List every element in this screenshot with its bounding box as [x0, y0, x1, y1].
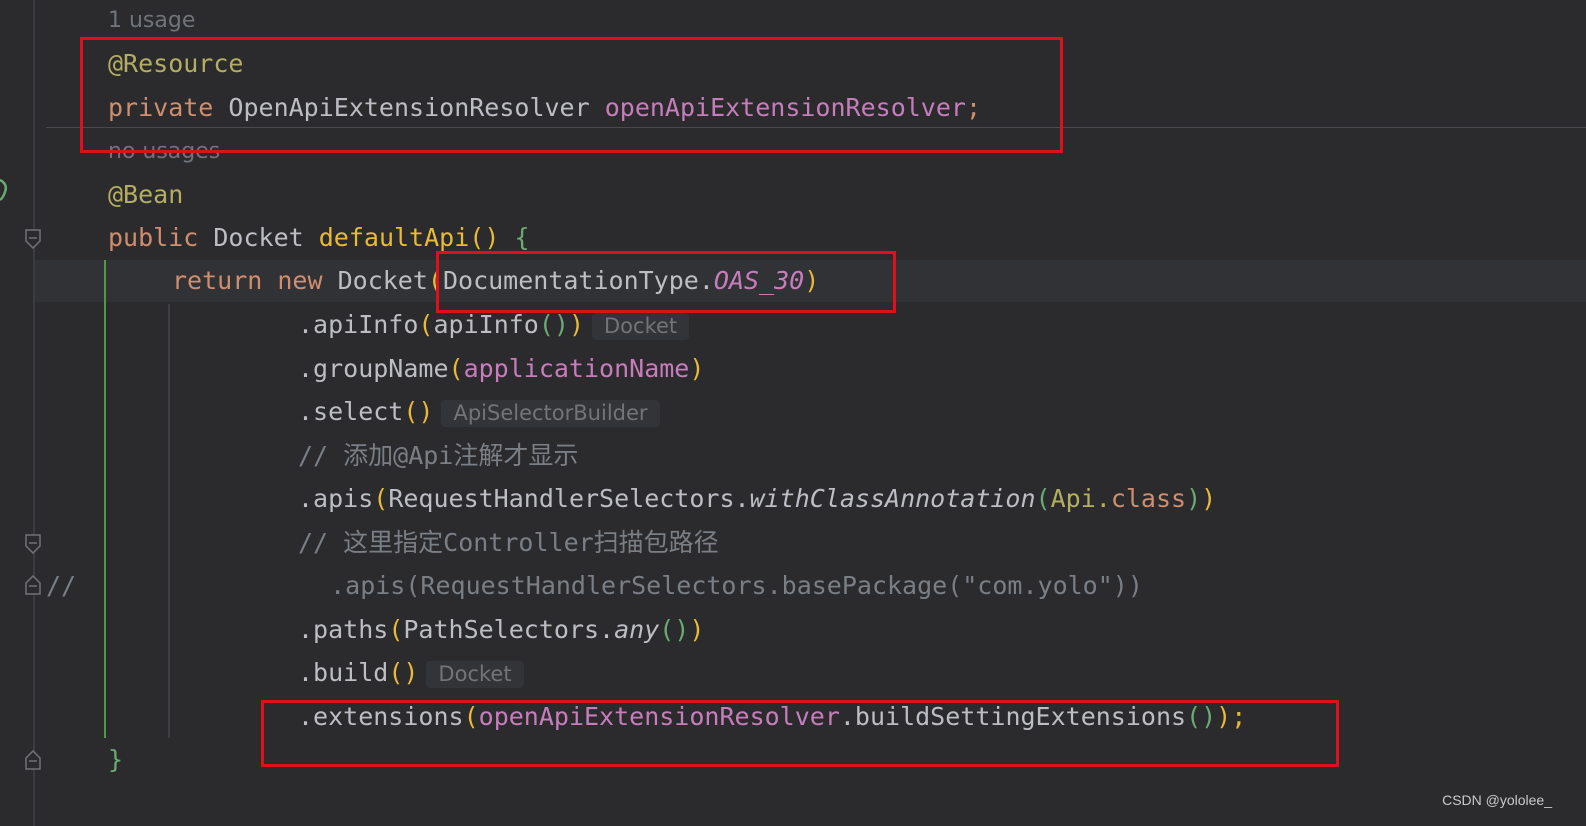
code-line[interactable]: .apis(RequestHandlerSelectors.withClassA… — [298, 479, 1216, 519]
method-call: .apiInfo — [298, 310, 419, 339]
comment: // 这里指定Controller扫描包路径 — [298, 528, 719, 557]
inlay-type-hint[interactable]: Docket — [592, 312, 690, 340]
code-line[interactable]: .build() Docket — [298, 653, 524, 693]
annotation-bean: @Bean — [108, 180, 184, 209]
method-call: .build — [298, 658, 389, 687]
static-method-call: withClassAnnotation — [749, 484, 1036, 513]
inlay-type-hint[interactable]: Docket — [426, 660, 524, 688]
keyword-public: public — [108, 223, 199, 252]
comment-prefix: // — [46, 571, 77, 600]
fold-marker-icon[interactable] — [25, 575, 41, 595]
comment: // 添加@Api注解才显示 — [298, 441, 579, 470]
code-line[interactable]: .select() ApiSelectorBuilder — [298, 392, 660, 432]
fold-marker-icon[interactable] — [25, 534, 41, 554]
method-call: .paths — [298, 615, 389, 644]
code-line[interactable]: // 这里指定Controller扫描包路径 — [298, 523, 719, 563]
method-declaration: defaultApi — [318, 223, 470, 252]
highlight-box-extensions-call — [261, 700, 1339, 767]
code-line[interactable]: // — [46, 566, 76, 606]
code-line[interactable]: .groupName(applicationName) — [298, 349, 704, 389]
method-call: apiInfo — [433, 310, 539, 339]
highlight-box-documentation-type — [436, 251, 896, 313]
static-method-call: any — [614, 615, 660, 644]
fold-marker-icon[interactable] — [25, 750, 41, 770]
brace-open: { — [514, 223, 530, 252]
watermark: CSDN @yololee_ — [1442, 792, 1552, 808]
bean-gutter-icon[interactable] — [0, 178, 8, 202]
method-call: .groupName — [298, 354, 449, 383]
type-name: Docket — [337, 266, 428, 295]
code-line[interactable]: .apis(RequestHandlerSelectors.basePackag… — [300, 566, 1143, 606]
keyword-return: return — [172, 266, 263, 295]
code-line[interactable]: // 添加@Api注解才显示 — [298, 436, 578, 476]
annotation-class-ref: Api. — [1050, 484, 1111, 513]
method-call: .apis — [298, 484, 374, 513]
type-name: Docket — [213, 223, 304, 252]
highlight-box-resource-field — [80, 37, 1063, 153]
fold-marker-icon[interactable] — [25, 229, 41, 249]
indent-guide-inner — [168, 304, 170, 738]
class-ref: PathSelectors. — [403, 615, 615, 644]
parens: () — [469, 223, 500, 252]
code-line[interactable]: @Bean — [108, 175, 183, 215]
brace-close: } — [108, 745, 124, 774]
keyword-new: new — [277, 266, 323, 295]
indent-guide-outer — [104, 260, 106, 738]
method-call: .select — [298, 397, 404, 426]
usage-hint[interactable]: 1 usage — [108, 6, 195, 36]
inlay-type-hint[interactable]: ApiSelectorBuilder — [441, 399, 660, 427]
code-line[interactable]: } — [108, 740, 123, 780]
code-line[interactable]: .paths(PathSelectors.any()) — [298, 610, 704, 650]
keyword-class: class — [1110, 484, 1187, 513]
class-ref: RequestHandlerSelectors. — [388, 484, 750, 513]
gutter-divider — [33, 0, 35, 826]
field-ref: applicationName — [463, 354, 690, 383]
commented-code: .apis(RequestHandlerSelectors.basePackag… — [300, 571, 1143, 600]
